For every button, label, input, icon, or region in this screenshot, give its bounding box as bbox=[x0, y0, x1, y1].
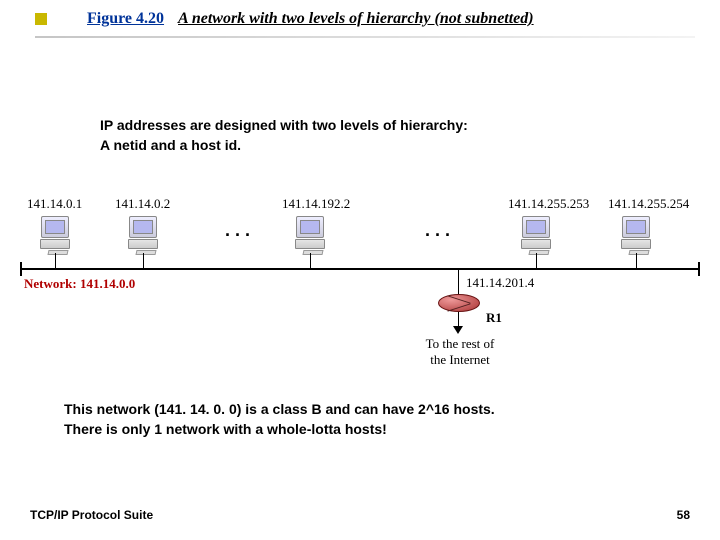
network-label: Network: 141.14.0.0 bbox=[24, 276, 135, 292]
router-ip: 141.14.201.4 bbox=[466, 275, 534, 291]
router-icon bbox=[438, 294, 480, 312]
drop-line bbox=[636, 253, 637, 268]
bullet-icon bbox=[35, 13, 47, 25]
figure-label: Figure 4.20 bbox=[87, 10, 164, 28]
drop-line bbox=[55, 253, 56, 268]
host-ip: 141.14.255.254 bbox=[608, 196, 689, 212]
intro-line2: A netid and a host id. bbox=[100, 136, 468, 156]
footer: TCP/IP Protocol Suite 58 bbox=[30, 508, 690, 522]
ellipsis-icon: . . . bbox=[225, 220, 250, 241]
network-diagram: 141.14.0.1 141.14.0.2 141.14.192.2 141.14.2… bbox=[20, 190, 700, 370]
drop-line bbox=[310, 253, 311, 268]
host-ip: 141.14.0.2 bbox=[115, 196, 170, 212]
router-uplink bbox=[458, 269, 459, 295]
computer-icon bbox=[519, 216, 553, 254]
intro-text: IP addresses are designed with two level… bbox=[100, 116, 468, 155]
router-name: R1 bbox=[486, 310, 502, 326]
host-ip: 141.14.255.253 bbox=[508, 196, 589, 212]
bus-terminator-left bbox=[20, 262, 22, 276]
footer-source: TCP/IP Protocol Suite bbox=[30, 508, 153, 522]
computer-icon bbox=[293, 216, 327, 254]
internet-label: To the rest ofthe Internet bbox=[420, 336, 500, 367]
intro-line1: IP addresses are designed with two level… bbox=[100, 116, 468, 136]
page-number: 58 bbox=[677, 508, 690, 522]
conclusion-line1: This network (141. 14. 0. 0) is a class … bbox=[64, 400, 495, 420]
conclusion-text: This network (141. 14. 0. 0) is a class … bbox=[64, 400, 495, 439]
figure-caption: A network with two levels of hierarchy (… bbox=[178, 10, 534, 28]
conclusion-line2: There is only 1 network with a whole-lot… bbox=[64, 420, 495, 440]
host-ip: 141.14.0.1 bbox=[27, 196, 82, 212]
arrow-down-icon bbox=[453, 326, 463, 334]
drop-line bbox=[143, 253, 144, 268]
title-row: Figure 4.20 A network with two levels of… bbox=[35, 10, 700, 28]
computer-icon bbox=[126, 216, 160, 254]
computer-icon bbox=[38, 216, 72, 254]
divider bbox=[35, 36, 695, 38]
ellipsis-icon: . . . bbox=[425, 220, 450, 241]
bus-terminator-right bbox=[698, 262, 700, 276]
computer-icon bbox=[619, 216, 653, 254]
bus-line bbox=[20, 268, 700, 270]
drop-line bbox=[536, 253, 537, 268]
host-ip: 141.14.192.2 bbox=[282, 196, 350, 212]
